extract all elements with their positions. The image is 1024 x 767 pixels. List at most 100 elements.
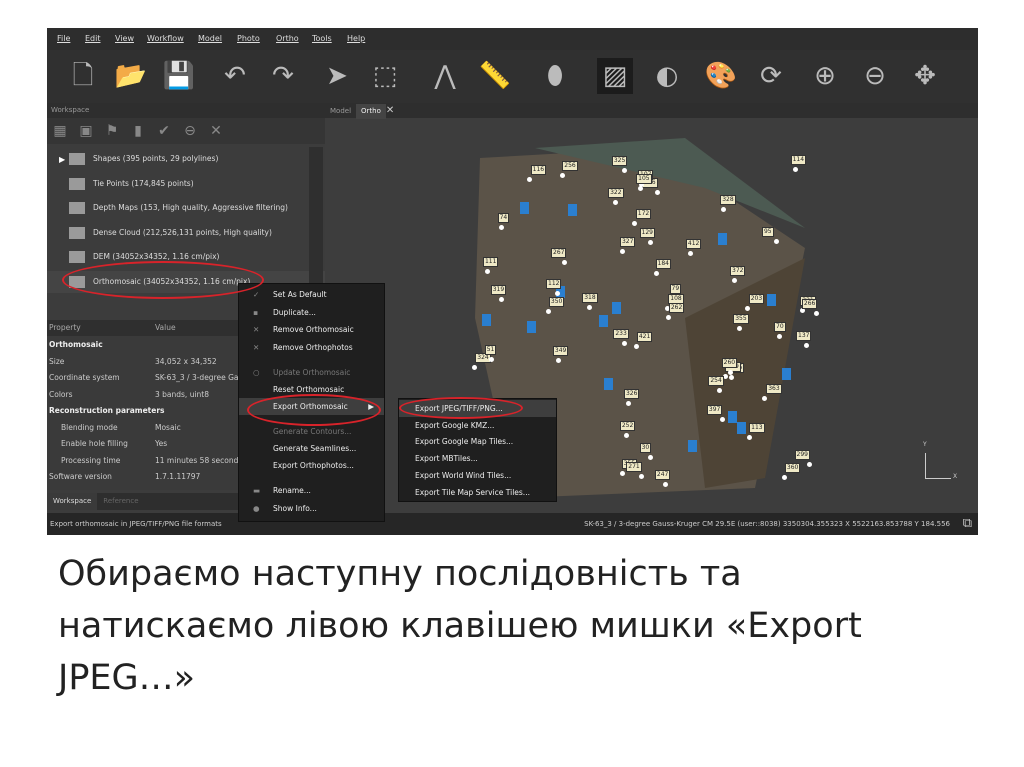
redo-icon[interactable]: ↷ [265, 58, 301, 94]
submenu-item-5[interactable]: Export Tile Map Service Tiles... [399, 484, 556, 501]
marker-label[interactable]: 254 [708, 376, 724, 387]
marker-label[interactable]: 363 [766, 383, 782, 394]
add-item-icon[interactable]: ▮ [125, 118, 151, 144]
refresh-icon[interactable]: ⟳ [753, 58, 789, 94]
workspace-item[interactable]: Depth Maps (153, High quality, Aggressiv… [69, 197, 288, 219]
add-chunk-icon[interactable]: ▦ [47, 118, 73, 144]
workspace-item[interactable]: Shapes (395 points, 29 polylines) [69, 148, 218, 170]
menu-edit[interactable]: Edit [85, 34, 101, 43]
marker-label[interactable]: 116 [530, 164, 547, 175]
marker-label[interactable]: 349 [552, 345, 569, 356]
menu-item-remove-orthophotos[interactable]: ✕ Remove Orthophotos [239, 339, 384, 356]
marker-label[interactable]: 326 [623, 389, 640, 400]
marker-label[interactable]: 262 [668, 303, 685, 314]
menu-file[interactable]: File [57, 34, 70, 43]
pointer-icon[interactable]: ➤ [319, 58, 355, 94]
marker-label[interactable]: 299 [794, 449, 810, 460]
contrast-icon[interactable]: ◐ [649, 58, 685, 94]
marker-label[interactable]: 421 [636, 332, 653, 343]
expand-arrow-icon[interactable]: ▶ [59, 155, 65, 164]
marker-label[interactable]: 328 [720, 195, 736, 206]
zoom-in-icon[interactable]: ⊕ [807, 58, 843, 94]
menu-workflow[interactable]: Workflow [147, 34, 184, 43]
marker-label[interactable]: 184 [655, 258, 671, 269]
marker-label[interactable]: 318 [582, 293, 598, 304]
menu-item-generate-seamlines[interactable]: Generate Seamlines... [239, 440, 384, 457]
marker-label[interactable]: 350 [548, 297, 565, 308]
marker-label[interactable]: 247 [654, 469, 671, 480]
open-folder-icon[interactable]: 📂 [113, 58, 149, 94]
marker-label[interactable]: 172 [635, 209, 652, 220]
network-icon[interactable]: ⧉ [963, 513, 972, 535]
marker-label[interactable]: 267 [551, 247, 567, 258]
submenu-item-3[interactable]: Export MBTiles... [399, 450, 556, 467]
menu-model[interactable]: Model [198, 34, 222, 43]
marker-label[interactable]: 51 [484, 345, 497, 356]
marker-label[interactable]: 70 [774, 322, 786, 332]
marker-label[interactable]: 325 [611, 155, 628, 166]
menu-tools[interactable]: Tools [312, 34, 332, 43]
marker-label[interactable]: 112 [546, 278, 562, 289]
marker-label[interactable]: 266 [801, 299, 818, 309]
save-icon[interactable]: 💾 [161, 58, 197, 94]
remove-icon[interactable]: ✕ [203, 118, 229, 144]
marker-label[interactable]: 114 [790, 155, 807, 166]
tab-workspace[interactable]: Workspace [47, 493, 98, 510]
marker-label[interactable]: 327 [619, 237, 636, 248]
submenu-item-1[interactable]: Export Google KMZ... [399, 417, 556, 434]
enable-icon[interactable]: ✔ [151, 118, 177, 144]
menu-item-rename[interactable]: ▬ Rename... [239, 482, 384, 499]
marker-label[interactable]: 260 [721, 357, 738, 368]
marker-label[interactable]: 74 [497, 212, 510, 223]
marker-label[interactable]: 355 [733, 313, 749, 324]
submenu-item-4[interactable]: Export World Wind Tiles... [399, 467, 556, 484]
marker-label[interactable]: 412 [685, 238, 702, 249]
menu-photo[interactable]: Photo [237, 34, 260, 43]
menu-item-duplicate[interactable]: ▪ Duplicate... [239, 304, 384, 321]
marker-label[interactable]: 256 [562, 160, 578, 171]
marker-label[interactable]: 203 [748, 293, 765, 304]
marker-label[interactable]: 30 [639, 443, 652, 454]
tab-ortho[interactable]: Ortho [356, 104, 386, 119]
menu-ortho[interactable]: Ortho [276, 34, 299, 43]
marker-label[interactable]: 95 [761, 226, 774, 237]
tab-model[interactable]: Model [325, 107, 356, 115]
marker-label[interactable]: 137 [796, 330, 812, 341]
marker-label[interactable]: 105 [636, 173, 652, 184]
disable-icon[interactable]: ⊖ [177, 118, 203, 144]
zoom-out-icon[interactable]: ⊖ [857, 58, 893, 94]
menu-item-export-orthophotos[interactable]: Export Orthophotos... [239, 457, 384, 474]
tab-reference[interactable]: Reference [97, 497, 144, 505]
ruler-icon[interactable]: 📏 [477, 58, 513, 94]
marker-label[interactable]: 397 [706, 404, 723, 415]
menu-item-remove-orthomosaic[interactable]: ✕ Remove Orthomosaic [239, 321, 384, 338]
marker-label[interactable]: 271 [626, 462, 642, 473]
close-icon[interactable]: ✕ [386, 105, 394, 116]
move-icon[interactable]: ✥ [907, 58, 943, 94]
menu-item-show-info[interactable]: ● Show Info... [239, 500, 384, 517]
workspace-item[interactable]: Tie Points (174,845 points) [69, 173, 194, 195]
new-file-icon[interactable]: 🗋 [65, 58, 101, 94]
menu-item-set-as-default[interactable]: ✓ Set As Default [239, 286, 384, 303]
rectangle-select-icon[interactable]: ⬚ [367, 58, 403, 94]
add-marker-icon[interactable]: ⚑ [99, 118, 125, 144]
marker-label[interactable]: 129 [639, 228, 655, 239]
marker-label[interactable]: 79 [669, 284, 682, 295]
submenu-item-2[interactable]: Export Google Map Tiles... [399, 433, 556, 450]
menu-view[interactable]: View [115, 34, 134, 43]
polyline-icon[interactable]: ⋀ [427, 58, 463, 94]
marker-label[interactable]: 372 [730, 265, 746, 276]
marker-label[interactable]: 360 [784, 463, 801, 474]
add-photos-icon[interactable]: ▣ [73, 118, 99, 144]
marker-label[interactable]: 252 [619, 421, 636, 432]
marker-label[interactable]: 111 [482, 256, 499, 267]
palette-icon[interactable]: 🎨 [703, 58, 739, 94]
marker-label[interactable]: 322 [608, 187, 624, 198]
orthomosaic-icon[interactable]: ▨ [597, 58, 633, 94]
marker-label[interactable]: 233 [613, 329, 629, 340]
menu-help[interactable]: Help [347, 34, 365, 43]
shape-icon[interactable]: ⬮ [537, 58, 573, 94]
workspace-item[interactable]: Dense Cloud (212,526,131 points, High qu… [69, 222, 272, 244]
marker-label[interactable]: 319 [490, 284, 507, 295]
undo-icon[interactable]: ↶ [217, 58, 253, 94]
